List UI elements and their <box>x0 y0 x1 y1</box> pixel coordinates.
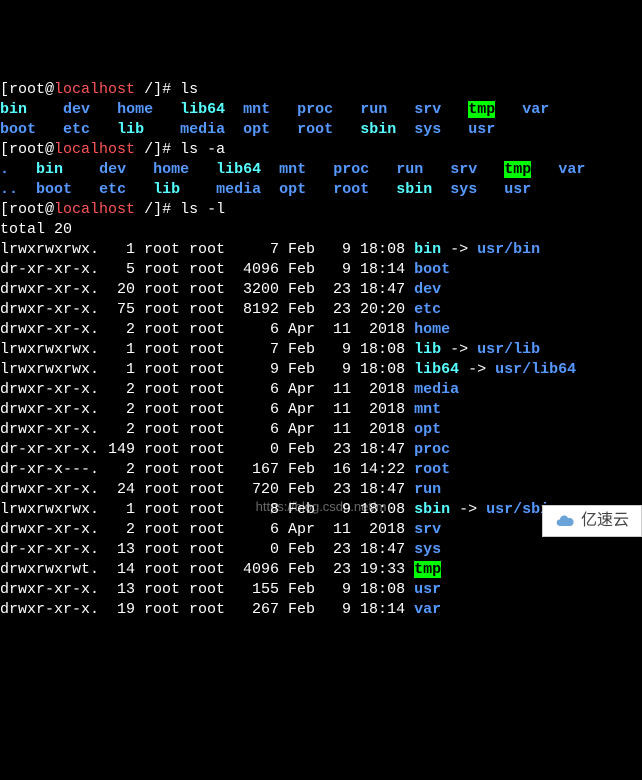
cloud-icon <box>555 511 575 531</box>
watermark-text: https://blog.csdn.net/m <box>256 497 387 517</box>
terminal-output: [root@localhost /]# lsbin dev home lib64… <box>0 80 642 620</box>
brand-label: 亿速云 <box>581 511 629 531</box>
brand-badge: 亿速云 <box>542 505 642 537</box>
